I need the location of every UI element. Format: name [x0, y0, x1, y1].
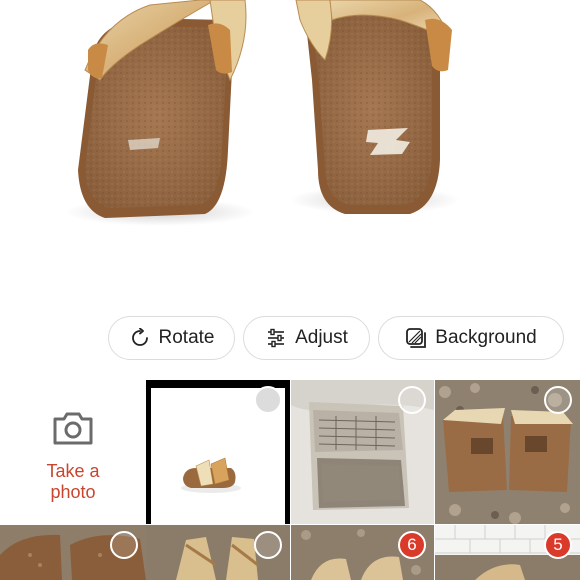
camera-icon	[51, 410, 95, 451]
sliders-icon	[265, 327, 287, 349]
photo-thumbnail[interactable]	[146, 525, 290, 580]
photo-thumbnail[interactable]	[146, 380, 290, 524]
take-photo-button[interactable]: Take a photo	[0, 380, 146, 524]
photo-grid: Take a photo 6 5	[0, 380, 580, 580]
background-button[interactable]: Background	[378, 316, 564, 360]
edit-toolbar: Rotate Adjust Background	[108, 316, 564, 360]
adjust-label: Adjust	[295, 327, 348, 348]
rotate-label: Rotate	[158, 327, 215, 348]
take-photo-line1: Take a	[46, 460, 100, 481]
selection-order-badge[interactable]: 5	[544, 531, 572, 559]
adjust-button[interactable]: Adjust	[243, 316, 370, 360]
take-photo-line2: photo	[50, 481, 96, 502]
photo-thumbnail[interactable]: 6	[291, 525, 434, 580]
photo-editor-screen: Rotate Adjust Background Take a photo 6 …	[0, 0, 580, 580]
selection-order-badge[interactable]: 6	[398, 531, 426, 559]
select-circle[interactable]	[254, 386, 282, 414]
background-label: Background	[435, 327, 537, 348]
rotate-button[interactable]: Rotate	[108, 316, 235, 360]
photo-preview	[0, 0, 580, 300]
sandals-image	[65, 0, 460, 226]
rotate-icon	[129, 327, 151, 349]
photo-thumbnail[interactable]	[435, 380, 580, 524]
select-circle[interactable]	[110, 531, 138, 559]
select-circle[interactable]	[544, 386, 572, 414]
photo-thumbnail[interactable]	[291, 380, 434, 524]
take-photo-label: Take a photo	[46, 461, 99, 503]
background-icon	[405, 327, 427, 349]
select-circle[interactable]	[398, 386, 426, 414]
photo-thumbnail[interactable]: 5	[435, 525, 580, 580]
select-circle[interactable]	[254, 531, 282, 559]
photo-thumbnail[interactable]	[0, 525, 146, 580]
